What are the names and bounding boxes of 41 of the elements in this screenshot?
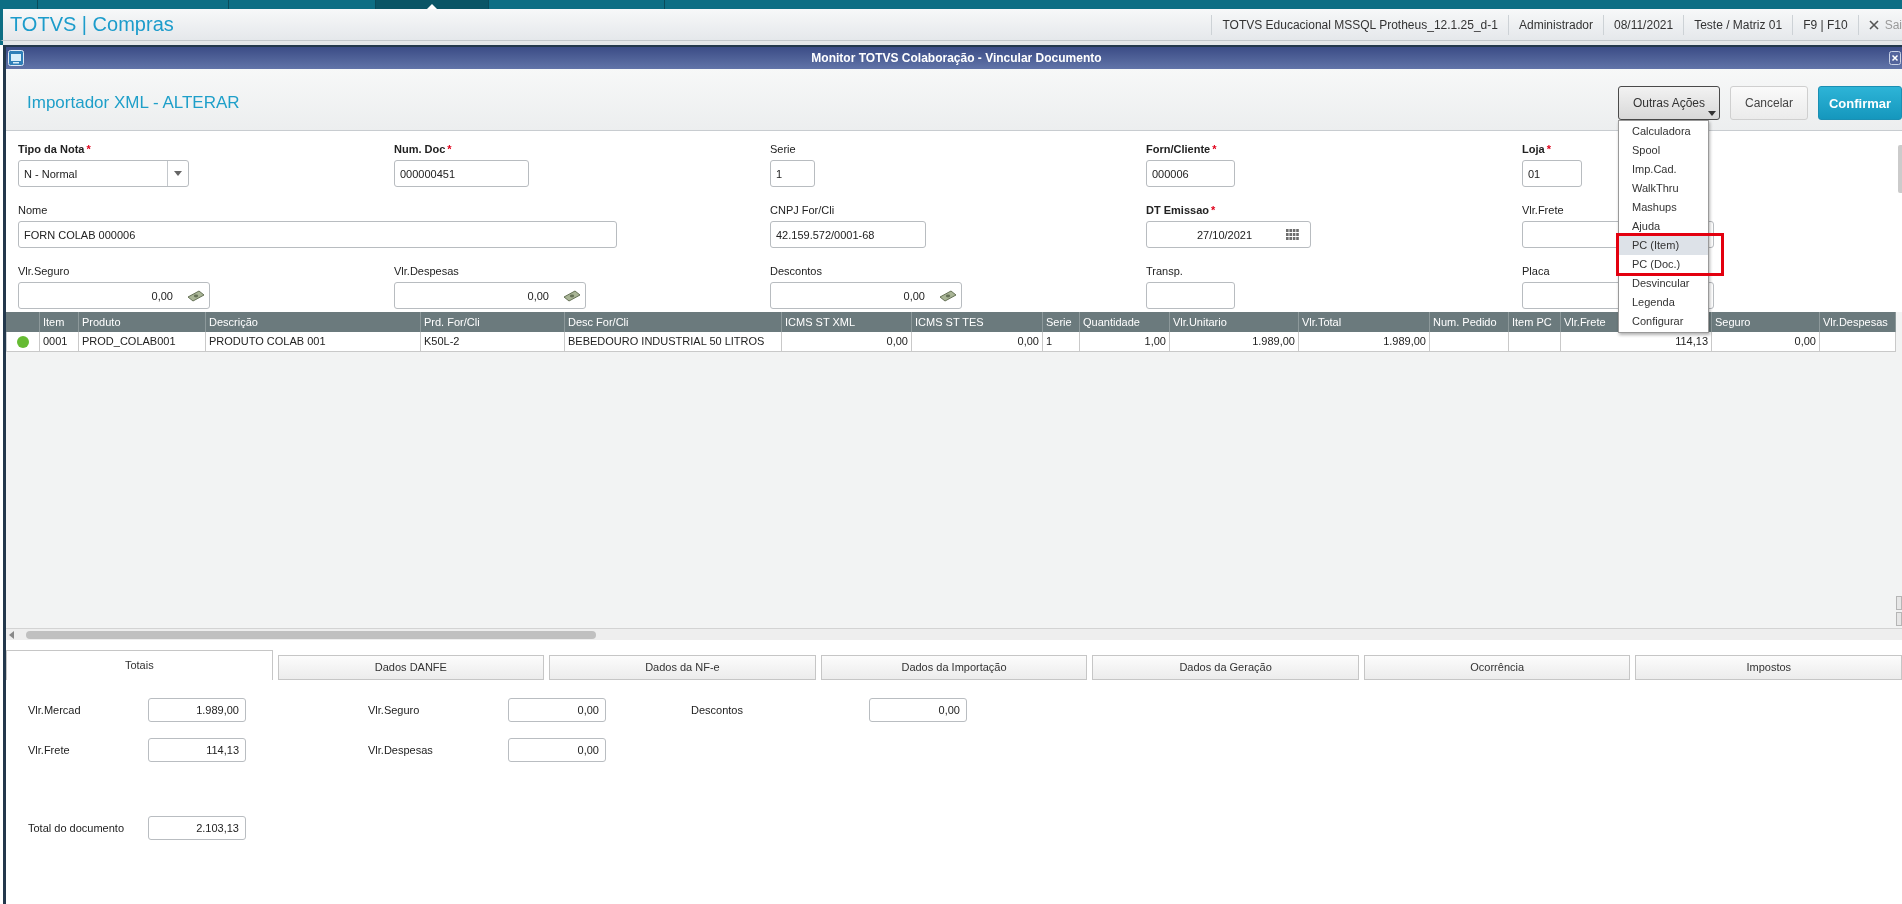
field-label: Vlr.Despesas: [368, 744, 433, 756]
field-label: Placa: [1522, 265, 1550, 278]
field-label: Loja *: [1522, 143, 1551, 156]
table-cell: K50L-2: [421, 332, 565, 352]
field-label: Vlr.Mercad: [28, 704, 81, 716]
field-label: Total do documento: [28, 822, 124, 834]
app-title: TOTVS | Compras: [9, 13, 174, 36]
status-item: F9 | F10: [1792, 14, 1858, 35]
table-cell: 1.989,00: [1299, 332, 1430, 352]
status-item: Administrador: [1507, 14, 1603, 35]
status-item: Teste / Matriz 01: [1683, 14, 1793, 35]
field-label: Tipo da Nota *: [18, 143, 91, 156]
table-cell: 0,00: [1712, 332, 1820, 352]
field-label: CNPJ For/Cli: [770, 204, 835, 217]
field-label: Vlr.Frete: [1522, 204, 1564, 217]
field-label: Num. Doc *: [394, 143, 452, 156]
table-cell: PRODUTO COLAB 001: [206, 332, 421, 352]
field-label: Vlr.Seguro: [18, 265, 70, 278]
field-label: Forn/Cliente *: [1146, 143, 1217, 156]
field-label: DT Emissao *: [1146, 204, 1216, 217]
table-cell: 0001: [40, 332, 79, 352]
status-item: TOTVS Educacional MSSQL Protheus_12.1.25_d-1: [1211, 14, 1508, 35]
table-cell: 1.989,00: [1170, 332, 1299, 352]
table-cell: PROD_COLAB001: [79, 332, 206, 352]
page-title: Importador XML - ALTERAR: [26, 92, 240, 114]
field-label: Vlr.Frete: [28, 744, 70, 756]
table-cell: 0,00: [912, 332, 1043, 352]
field-label: Transp.: [1146, 265, 1183, 278]
table-cell: BEBEDOURO INDUSTRIAL 50 LITROS: [565, 332, 782, 352]
field-label: Descontos: [770, 265, 822, 278]
field-label: Descontos: [691, 704, 743, 716]
table-cell: 0,00: [782, 332, 912, 352]
window-title: Monitor TOTVS Colaboração - Vincular Documento: [810, 51, 1103, 65]
table-cell: 1,00: [1080, 332, 1170, 352]
field-label: Serie: [770, 143, 796, 156]
table-cell: 114,13: [1561, 332, 1712, 352]
field-label: Vlr.Seguro: [368, 704, 420, 716]
table-cell: 1: [1043, 332, 1080, 352]
field-label: Vlr.Despesas: [394, 265, 459, 278]
field-label: Nome: [18, 204, 48, 217]
status-item: 08/11/2021: [1603, 14, 1684, 35]
